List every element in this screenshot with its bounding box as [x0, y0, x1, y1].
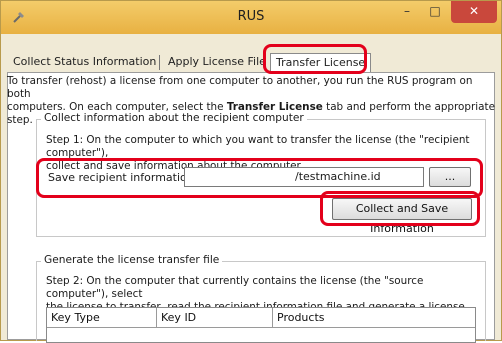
column-header-products[interactable]: Products: [273, 308, 475, 328]
license-table[interactable]: Key Type Key ID Products: [46, 307, 476, 343]
tab-collect-status[interactable]: Collect Status Information: [13, 53, 156, 71]
tab-transfer-license[interactable]: Transfer License: [270, 53, 372, 72]
title-bar[interactable]: RUS – □ ✕: [1, 1, 501, 34]
generate-group-title: Generate the license transfer file: [41, 254, 223, 266]
tab-divider: [159, 55, 160, 70]
step2-line-1: Step 2: On the computer that currently c…: [46, 275, 424, 300]
step1-line-1: Step 1: On the computer to which you wan…: [46, 134, 470, 159]
tab-apply-license[interactable]: Apply License File: [168, 53, 266, 71]
rus-window: RUS – □ ✕ Collect Status Information App…: [0, 0, 502, 343]
maximize-button[interactable]: □: [421, 1, 449, 23]
column-header-key-type[interactable]: Key Type: [47, 308, 157, 328]
collect-group-title: Collect information about the recipient …: [41, 112, 307, 124]
collect-and-save-button[interactable]: Collect and Save Information: [332, 198, 472, 235]
browse-button[interactable]: ...: [429, 167, 471, 187]
intro-line-1: To transfer (rehost) a license from one …: [7, 75, 473, 100]
column-header-key-id[interactable]: Key ID: [157, 308, 273, 328]
close-button[interactable]: ✕: [451, 1, 497, 23]
minimize-button[interactable]: –: [393, 1, 421, 23]
save-path-field[interactable]: /testmachine.id: [184, 167, 424, 187]
